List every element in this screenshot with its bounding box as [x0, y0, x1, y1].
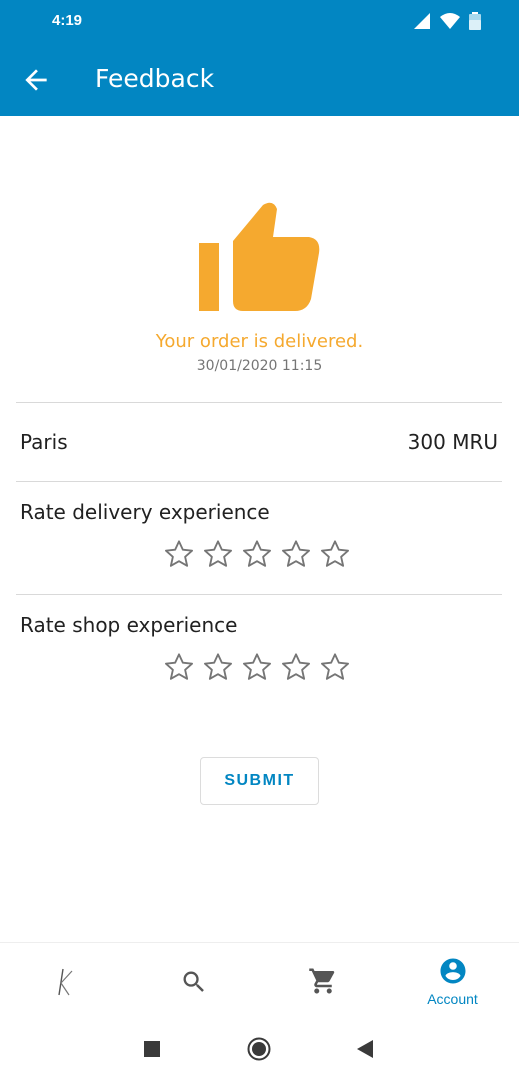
star-4-icon[interactable] — [280, 651, 312, 683]
wifi-icon — [440, 13, 460, 29]
star-5-icon[interactable] — [319, 538, 351, 570]
delivery-status-text: Your order is delivered. — [155, 331, 364, 352]
battery-icon — [469, 12, 481, 30]
star-4-icon[interactable] — [280, 538, 312, 570]
nav-item-cart[interactable] — [258, 943, 387, 1021]
star-1-icon[interactable] — [163, 538, 195, 570]
home-icon[interactable] — [247, 1037, 271, 1061]
system-nav-bar — [0, 1020, 519, 1080]
nav-item-search[interactable] — [129, 943, 258, 1021]
submit-button[interactable]: SUBMIT — [200, 757, 319, 805]
star-2-icon[interactable] — [202, 651, 234, 683]
status-bar: 4:19 — [0, 0, 519, 44]
arrow-back-icon — [25, 69, 47, 91]
divider — [16, 402, 502, 403]
star-2-icon[interactable] — [202, 538, 234, 570]
bottom-nav: Account — [0, 942, 519, 1020]
back-icon[interactable] — [357, 1040, 373, 1058]
back-button[interactable] — [20, 64, 52, 96]
delivery-date: 30/01/2020 11:15 — [196, 358, 323, 374]
divider — [16, 481, 502, 482]
account-icon — [440, 958, 465, 984]
divider — [16, 594, 502, 595]
rate-shop-label: Rate shop experience — [20, 613, 238, 637]
cart-icon — [308, 968, 334, 994]
brand-logo-icon — [57, 968, 72, 996]
page-title: Feedback — [95, 64, 215, 93]
star-3-icon[interactable] — [241, 651, 273, 683]
order-price: 300 MRU — [407, 430, 498, 454]
recents-icon[interactable] — [144, 1041, 160, 1057]
signal-icon — [414, 13, 430, 29]
order-city: Paris — [20, 430, 68, 454]
nav-label-account: Account — [427, 991, 478, 1007]
nav-item-account[interactable]: Account — [388, 943, 517, 1021]
search-icon — [183, 971, 204, 992]
shop-star-rating[interactable] — [163, 651, 351, 683]
star-3-icon[interactable] — [241, 538, 273, 570]
delivery-star-rating[interactable] — [163, 538, 351, 570]
status-icons — [413, 12, 481, 30]
status-time: 4:19 — [52, 12, 83, 29]
app-bar: Feedback — [0, 44, 519, 116]
star-1-icon[interactable] — [163, 651, 195, 683]
star-5-icon[interactable] — [319, 651, 351, 683]
nav-item-home[interactable] — [0, 943, 129, 1021]
thumbs-up-icon — [199, 202, 320, 311]
rate-delivery-label: Rate delivery experience — [20, 500, 270, 524]
